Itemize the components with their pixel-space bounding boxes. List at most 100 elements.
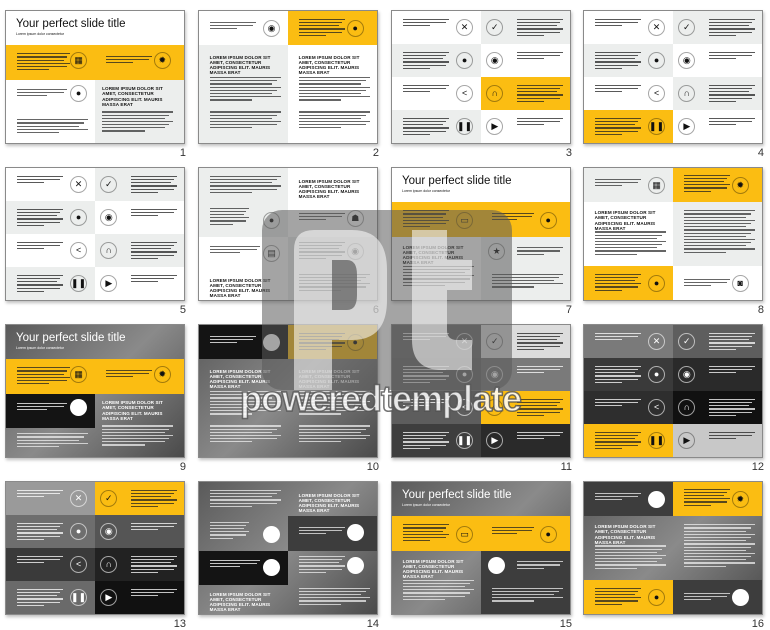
text-lines [298,273,370,291]
slide-preview[interactable]: Your perfect slide title Lorem ipsum dolo… [391,167,571,301]
text-lines [298,425,370,443]
text-lines [209,245,260,254]
camera-icon: ◙ [731,274,749,292]
slide-thumbnail[interactable]: Your perfect slide title Lorem ipsum dolo… [0,314,192,473]
slide-preview[interactable]: ◉ ● LOREM IPSUM DOLOR SIT AMET, CONSECTETU… [198,10,378,144]
text-lines [683,524,755,567]
text-lines [708,332,755,351]
slide-thumbnail[interactable]: Your perfect slide title Lorem ipsum dolo… [386,157,578,316]
slide-thumbnail[interactable]: ▦ ✹ LOREM IPSUM DOLOR SIT AMET, CONSECTETU… [578,157,770,316]
text-lines [516,332,563,351]
text-lines [708,117,755,126]
text-lines [130,274,177,283]
bulb-icon: ● [648,365,666,383]
text-lines [209,21,256,30]
text-lines [209,521,249,539]
slide-preview[interactable]: ✕ ✓ ● ◉ < ∩ ❚❚ ▶ [5,481,185,615]
close-icon: ✕ [70,489,88,507]
slide-thumbnail[interactable]: ✕ ✓ ● ◉ < ∩ ❚❚ ▶ 12 [578,314,770,473]
text-lines [130,588,177,597]
slide-subtitle: Lorem ipsum dolor consectetur [402,189,451,193]
text-lines [516,431,563,440]
slide-heading: LOREM IPSUM DOLOR SIT AMET, CONSECTETUR … [594,524,656,545]
slide-preview[interactable]: ▦ ✹ LOREM IPSUM DOLOR SIT AMET, CONSECTETU… [583,167,763,301]
text-lines [594,117,641,136]
text-lines [105,369,152,378]
slide-preview[interactable]: ✕ ✓ ● ◉ < ∩ ❚❚ ▶ [5,167,185,301]
text-lines [16,119,88,134]
text-lines [516,247,563,255]
slide-heading: LOREM IPSUM DOLOR SIT AMET, CONSECTETUR … [209,277,271,299]
slide-heading: LOREM IPSUM DOLOR SIT AMET, CONSECTETUR … [402,558,464,580]
slide-thumbnail[interactable]: Your perfect slide title Lorem ipsum dolo… [386,471,578,630]
slide-preview[interactable]: ▦ ✹ LOREM IPSUM DOLOR SIT AMET, CONSECTETU… [583,481,763,615]
text-lines [298,18,345,37]
slide-heading: LOREM IPSUM DOLOR SIT AMET, CONSECTETUR … [298,368,360,390]
text-lines [402,210,449,228]
slide-preview[interactable]: Your perfect slide title Lorem ipsum dolo… [5,324,185,458]
slide-preview[interactable]: Your perfect slide title Lorem ipsum dolo… [391,481,571,615]
text-lines [402,431,449,450]
slide-thumbnail[interactable]: Your perfect slide title Lorem ipsum dolo… [0,0,192,159]
chat-icon: ● [648,588,666,606]
text-lines [402,332,449,341]
text-lines [594,587,641,605]
text-lines [594,178,641,187]
slide-thumbnail[interactable]: ● LOREM IPSUM DOLOR SIT AMET, CONSECTETUR… [193,157,385,316]
gear-icon: ✹ [153,51,171,69]
slide-thumbnail[interactable]: ◉ ● LOREM IPSUM DOLOR SIT AMET, CONSECTETU… [193,314,385,473]
text-lines [16,555,63,564]
slide-thumbnail[interactable]: ✕ ✓ ● ◉ < ∩ ❚❚ ▶ 13 [0,471,192,630]
slide-preview[interactable]: Your perfect slide title Lorem ipsum dolo… [5,10,185,144]
text-lines [594,492,641,501]
slide-thumbnail[interactable]: ✕ ✓ ● ◉ < ∩ ❚❚ ▶ 5 [0,157,192,316]
bulb-icon: ● [70,522,88,540]
slide-preview[interactable]: ✕ ✓ ● ◉ < ∩ ❚❚ ▶ [583,324,763,458]
text-lines [594,84,641,93]
slide-preview[interactable]: ◉ ● LOREM IPSUM DOLOR SIT AMET, CONSECTETU… [198,324,378,458]
pause-icon: ❚❚ [648,117,666,135]
text-lines [516,84,563,103]
slide-thumbnail[interactable]: ✕ ✓ ● ◉ < ∩ ❚❚ ▶ 11 [386,314,578,473]
camera-icon: ◙ [731,588,749,606]
slide-thumbnail[interactable]: ● LOREM IPSUM DOLOR SIT AMET, CONSECTETUR… [193,471,385,630]
text-lines [105,55,152,64]
text-lines [594,431,641,450]
slide-preview[interactable]: ● LOREM IPSUM DOLOR SIT AMET, CONSECTETUR… [198,167,378,301]
text-lines [298,391,370,415]
text-lines [516,365,563,374]
text-lines [16,274,63,293]
text-lines [402,84,449,93]
text-lines [298,212,345,221]
presentation-icon: ▭ [456,525,474,543]
slide-preview[interactable]: ✕ ✓ ● ◉ < ∩ ❚❚ ▶ [583,10,763,144]
slide-thumbnail[interactable]: ◉ ● LOREM IPSUM DOLOR SIT AMET, CONSECTETU… [193,0,385,159]
chat-icon: ● [346,334,364,352]
text-lines [209,391,281,415]
text-lines [402,524,449,542]
text-lines [594,332,641,341]
slide-thumbnail[interactable]: ✕ ✓ ● ◉ < ∩ ❚❚ ▶ 4 [578,0,770,159]
text-lines [16,367,71,385]
text-lines [402,265,474,286]
slide-preview[interactable]: ● LOREM IPSUM DOLOR SIT AMET, CONSECTETUR… [198,481,378,615]
text-lines [16,53,71,71]
slide-preview[interactable]: ✕ ✓ ● ◉ < ∩ ❚❚ ▶ [391,10,571,144]
text-lines [594,273,641,291]
slide-subtitle: Lorem ipsum dolor consectetur [402,503,451,507]
keyboard-icon: ▤ [263,244,281,262]
text-lines [209,207,249,225]
slide-thumbnail[interactable]: ✕ ✓ ● ◉ < ∩ ❚❚ ▶ 3 [386,0,578,159]
text-lines [16,208,63,227]
bulb-icon: ● [70,208,88,226]
text-lines [298,555,345,574]
text-lines [298,587,370,605]
text-lines [130,241,177,260]
slide-subtitle: Lorem ipsum dolor consectetur [16,32,65,36]
slide-preview[interactable]: ✕ ✓ ● ◉ < ∩ ❚❚ ▶ [391,324,571,458]
slide-thumbnail[interactable]: ▦ ✹ LOREM IPSUM DOLOR SIT AMET, CONSECTETU… [578,471,770,630]
text-lines [491,212,535,221]
chat-icon: ● [539,525,557,543]
text-lines [16,241,63,250]
slide-title: Your perfect slide title [16,18,126,30]
